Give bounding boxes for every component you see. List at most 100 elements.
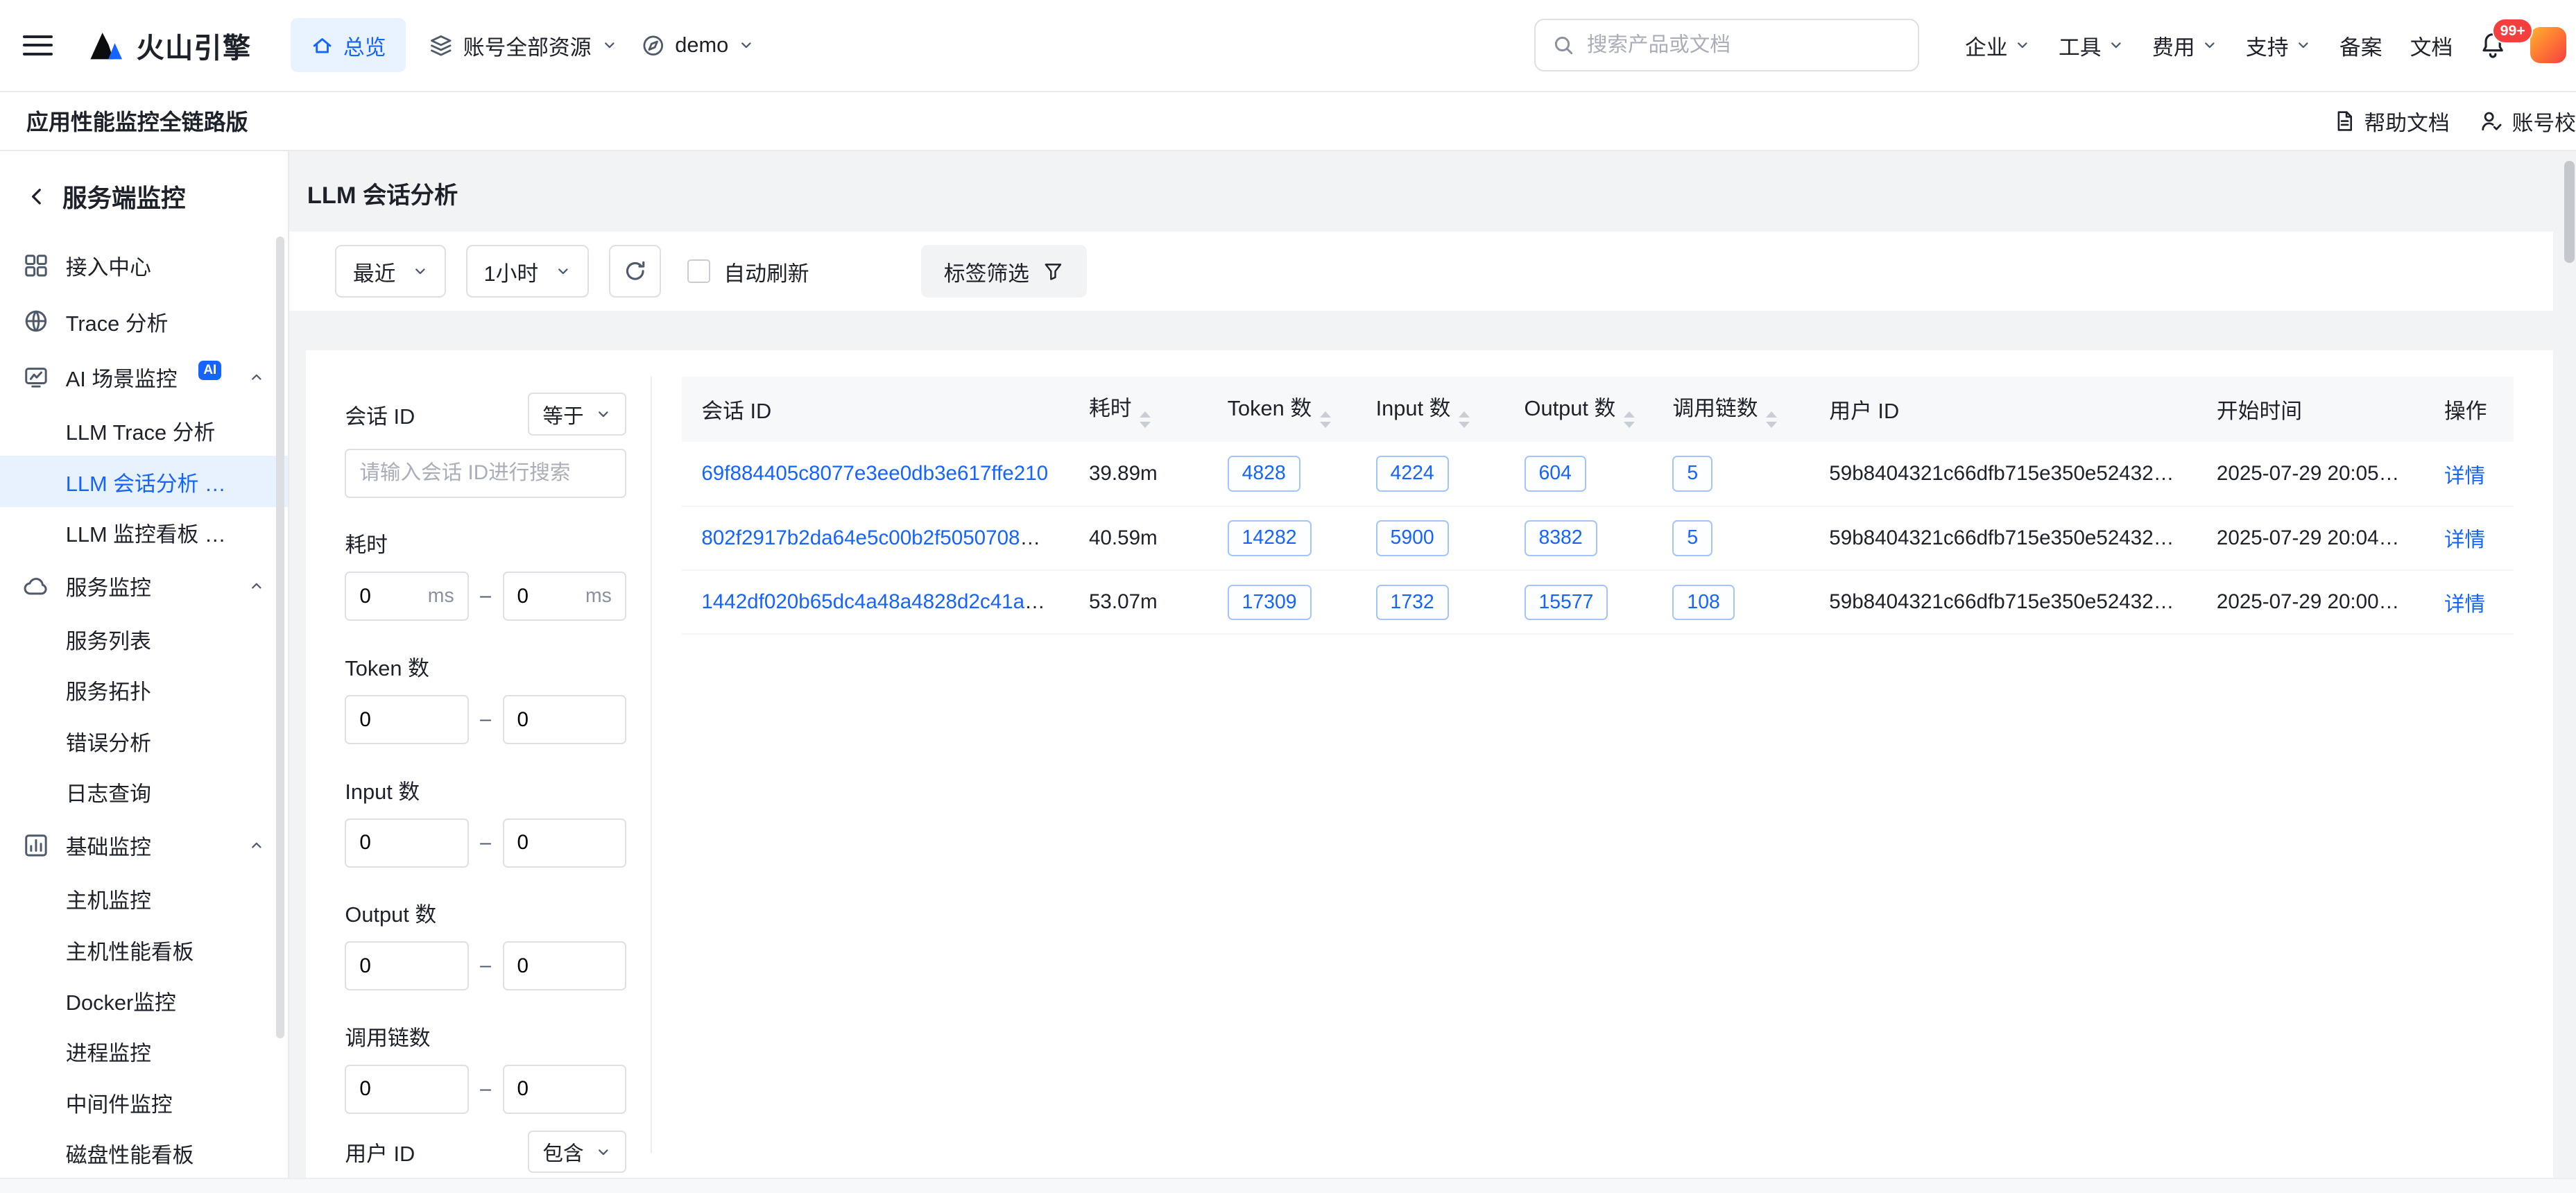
sidebar-subitem-label: 服务列表 <box>66 624 151 655</box>
time-range-select[interactable]: 1小时 <box>466 245 589 298</box>
sidebar-subitem[interactable]: Docker监控 <box>0 975 288 1026</box>
sidebar-subitem[interactable]: LLM 会话分析 … <box>0 456 288 506</box>
sidebar-subitem[interactable]: 日志查询 <box>0 766 288 817</box>
range-input-from-field[interactable] <box>359 708 454 732</box>
session-id-input[interactable] <box>359 461 612 485</box>
vertical-scrollbar[interactable] <box>2564 157 2574 1176</box>
chain-count-tag: 108 <box>1672 585 1734 620</box>
sidebar-subitem[interactable]: 服务拓扑 <box>0 664 288 715</box>
sort-icon[interactable] <box>1624 411 1635 428</box>
table-row[interactable]: 69f884405c8077e3ee0db3e617ffe21039.89m48… <box>682 442 2514 506</box>
range-input-from-field[interactable] <box>359 585 421 608</box>
sidebar-subitem[interactable]: 中间件监控 <box>0 1077 288 1128</box>
topnav-menu-item[interactable]: 备案 <box>2339 30 2382 61</box>
column-header[interactable]: 操作 <box>2425 377 2514 443</box>
topnav-menu-item[interactable]: 费用 <box>2152 30 2218 61</box>
time-quick-select[interactable]: 最近 <box>335 245 446 298</box>
topnav-menu-item[interactable]: 文档 <box>2410 30 2453 61</box>
overview-button[interactable]: 总览 <box>291 18 406 72</box>
sidebar-item[interactable]: 接入中心 <box>0 237 288 293</box>
range-input-to-field[interactable] <box>517 585 579 608</box>
session-id-link[interactable]: 69f884405c8077e3ee0db3e617ffe210 <box>701 462 1048 485</box>
token-count-tag: 4828 <box>1228 456 1300 491</box>
filter-group: Input 数– <box>345 774 626 868</box>
hamburger-menu-icon[interactable] <box>23 28 53 62</box>
filter-group: 耗时ms–ms <box>345 527 626 621</box>
search-icon <box>1552 34 1575 57</box>
sidebar-subitem[interactable]: 磁盘性能看板 <box>0 1128 288 1178</box>
sidebar-item-label: AI 场景监控 <box>66 361 178 393</box>
range-input-from-field[interactable] <box>359 831 454 855</box>
refresh-button[interactable] <box>609 245 662 298</box>
auto-refresh-checkbox[interactable] <box>687 259 710 282</box>
session-id-link[interactable]: 802f2917b2da64e5c00b2f5050708d7d <box>701 526 1054 549</box>
filter-label: 调用链数 <box>345 1020 626 1052</box>
filter-label: 耗时 <box>345 527 626 558</box>
sort-icon[interactable] <box>1140 411 1151 428</box>
detail-link[interactable]: 详情 <box>2444 529 2485 551</box>
sidebar-back[interactable]: 服务端监控 <box>0 151 288 237</box>
sidebar-subitem[interactable]: LLM 监控看板 … <box>0 507 288 558</box>
sidebar-subitem[interactable]: 主机性能看板 <box>0 924 288 975</box>
range-input-from <box>345 1065 468 1114</box>
sort-icon[interactable] <box>1459 411 1470 428</box>
sort-icon[interactable] <box>1766 411 1777 428</box>
horizontal-scrollbar[interactable] <box>0 1178 2576 1192</box>
topnav-menu-item[interactable]: 工具 <box>2059 30 2124 61</box>
range-input-to-field[interactable] <box>517 1077 612 1101</box>
range-input-from-field[interactable] <box>359 954 454 978</box>
table-row[interactable]: 1442df020b65dc4a48a4828d2c41a54a53.07m17… <box>682 570 2514 634</box>
sidebar-item[interactable]: Trace 分析 <box>0 293 288 350</box>
sidebar-subitem[interactable]: 服务列表 <box>0 614 288 664</box>
account-check-link[interactable]: 账号校 <box>2479 105 2576 137</box>
detail-link[interactable]: 详情 <box>2444 593 2485 616</box>
column-header[interactable]: Output 数 <box>1504 377 1653 443</box>
notification-bell[interactable]: 99+ <box>2479 31 2507 59</box>
vertical-scrollbar-thumb[interactable] <box>2564 161 2574 263</box>
topnav-menu-item[interactable]: 企业 <box>1965 30 2031 61</box>
tag-filter-label: 标签筛选 <box>944 256 1029 287</box>
sidebar-subitem-label: Docker监控 <box>66 985 176 1016</box>
column-header[interactable]: Token 数 <box>1208 377 1356 443</box>
search-box[interactable] <box>1534 19 1918 71</box>
sidebar-subitem[interactable]: 进程监控 <box>0 1026 288 1076</box>
range-input-to: ms <box>503 572 626 621</box>
session-id-link[interactable]: 1442df020b65dc4a48a4828d2c41a54a <box>701 590 1058 613</box>
column-header[interactable]: Input 数 <box>1356 377 1504 443</box>
column-header[interactable]: 会话 ID <box>682 377 1070 443</box>
column-header[interactable]: 用户 ID <box>1810 377 2197 443</box>
workspace-dropdown[interactable]: demo <box>641 33 755 58</box>
range-input-to-field[interactable] <box>517 708 612 732</box>
brand-logo[interactable]: 火山引擎 <box>85 25 251 66</box>
sidebar-scrollbar[interactable] <box>276 237 284 1038</box>
session-operator-select[interactable]: 等于 <box>528 393 626 436</box>
column-header[interactable]: 调用链数 <box>1653 377 1810 443</box>
avatar[interactable] <box>2530 27 2566 63</box>
sidebar-subitem[interactable]: 主机监控 <box>0 873 288 924</box>
column-header[interactable]: 开始时间 <box>2197 377 2424 443</box>
range-input-to-field[interactable] <box>517 831 612 855</box>
output-count-tag: 8382 <box>1525 520 1597 556</box>
sidebar-item[interactable]: 基础监控 <box>0 817 288 873</box>
column-header[interactable]: 耗时 <box>1070 377 1208 443</box>
table-row[interactable]: 802f2917b2da64e5c00b2f5050708d7d40.59m14… <box>682 506 2514 570</box>
range-input-to-field[interactable] <box>517 954 612 978</box>
ai-monitor-icon <box>23 364 49 390</box>
topnav-menu-item[interactable]: 支持 <box>2246 30 2312 61</box>
topnav-menu-label: 企业 <box>1965 30 2008 61</box>
sidebar-item[interactable]: 服务监控 <box>0 558 288 614</box>
unit-label: ms <box>585 585 612 608</box>
auto-refresh-toggle[interactable]: 自动刷新 <box>687 256 809 287</box>
resources-dropdown[interactable]: 账号全部资源 <box>429 30 617 61</box>
user-operator-select[interactable]: 包含 <box>528 1131 626 1174</box>
range-input-from-field[interactable] <box>359 1077 454 1101</box>
sort-icon[interactable] <box>1320 411 1331 428</box>
tag-filter-button[interactable]: 标签筛选 <box>921 245 1087 298</box>
sidebar-subitem[interactable]: LLM Trace 分析 <box>0 405 288 456</box>
search-input[interactable] <box>1587 33 1901 57</box>
detail-link[interactable]: 详情 <box>2444 465 2485 488</box>
sidebar-subitem[interactable]: 错误分析 <box>0 716 288 766</box>
help-doc-link[interactable]: 帮助文档 <box>2333 105 2450 137</box>
chevron-down-icon <box>2295 37 2312 53</box>
sidebar-item[interactable]: AI 场景监控AI <box>0 349 288 405</box>
